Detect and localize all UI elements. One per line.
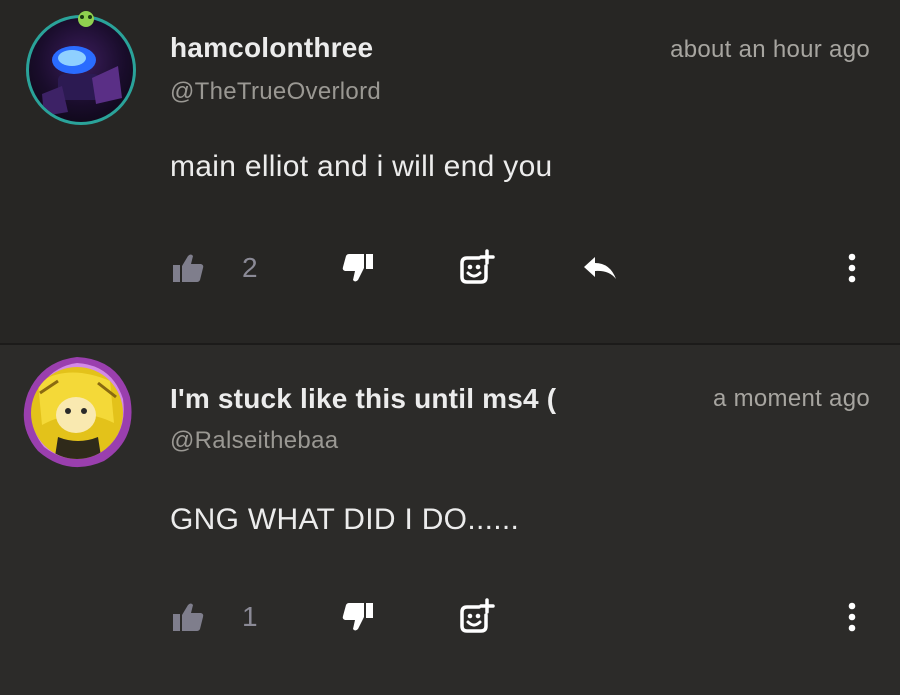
comment-actions: 2 bbox=[0, 246, 900, 290]
user-handle[interactable]: @TheTrueOverlord bbox=[170, 78, 381, 106]
avatar[interactable] bbox=[18, 353, 136, 471]
dislike-button[interactable] bbox=[340, 595, 376, 639]
add-reaction-button[interactable] bbox=[456, 246, 496, 290]
add-reaction-button[interactable] bbox=[456, 595, 496, 639]
comment-actions: 1 bbox=[0, 595, 900, 639]
reply-arrow-icon bbox=[582, 255, 618, 281]
thumbs-up-icon bbox=[172, 253, 204, 283]
comment-card: I'm stuck like this until ms4 ( @Ralseit… bbox=[0, 345, 900, 695]
comment-feed: hamcolonthree @TheTrueOverlord about an … bbox=[0, 0, 900, 695]
more-options-button[interactable] bbox=[840, 246, 864, 290]
add-reaction-icon bbox=[457, 249, 495, 287]
avatar[interactable] bbox=[22, 8, 140, 126]
reply-button[interactable] bbox=[580, 246, 620, 290]
like-button[interactable] bbox=[170, 246, 206, 290]
user-handle[interactable]: @Ralseithebaa bbox=[170, 427, 338, 455]
timestamp: about an hour ago bbox=[670, 36, 870, 63]
comment-card: hamcolonthree @TheTrueOverlord about an … bbox=[0, 0, 900, 343]
username[interactable]: hamcolonthree bbox=[170, 32, 373, 64]
timestamp: a moment ago bbox=[698, 385, 870, 413]
thumbs-down-icon bbox=[342, 602, 374, 632]
like-count: 1 bbox=[242, 601, 258, 632]
thumbs-up-icon bbox=[172, 602, 204, 632]
more-options-button[interactable] bbox=[840, 595, 864, 639]
like-button[interactable] bbox=[170, 595, 206, 639]
comment-text: GNG WHAT DID I DO...... bbox=[170, 503, 520, 536]
more-vertical-icon bbox=[848, 253, 856, 283]
add-reaction-icon bbox=[457, 598, 495, 636]
comment-text: main elliot and i will end you bbox=[170, 150, 553, 183]
more-vertical-icon bbox=[848, 602, 856, 632]
dislike-button[interactable] bbox=[340, 246, 376, 290]
username[interactable]: I'm stuck like this until ms4 ( bbox=[170, 383, 556, 415]
thumbs-down-icon bbox=[342, 253, 374, 283]
like-count: 2 bbox=[242, 252, 258, 283]
